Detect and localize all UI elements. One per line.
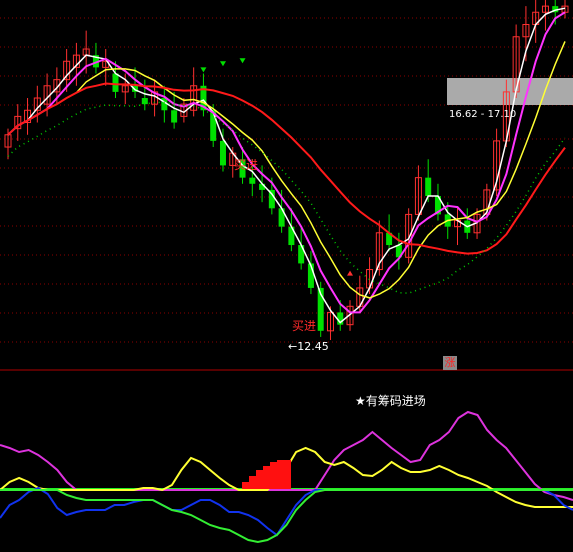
buy-signal-1: 买进 — [234, 158, 259, 172]
candle-body — [171, 110, 178, 123]
chip-bar — [270, 462, 277, 489]
dotted-support-line — [7, 101, 566, 294]
candle-body — [141, 98, 148, 105]
chip-bar — [256, 470, 263, 489]
candle-body — [112, 73, 119, 92]
osc-green-line — [0, 489, 573, 544]
low-price-label: ←12.45 — [288, 340, 329, 353]
buy-signal-triangle — [347, 270, 354, 276]
chip-bar — [249, 476, 256, 489]
candle-body — [249, 177, 256, 184]
sell-signal-triangle — [239, 58, 246, 64]
chip-entry-note: ★有筹码进场 — [355, 394, 426, 408]
chip-bar — [263, 466, 270, 489]
range-highlight — [447, 78, 573, 105]
osc-blue-line — [0, 486, 573, 537]
chip-bar — [284, 460, 291, 489]
chip-bar — [242, 482, 249, 489]
sell-signal-triangle — [200, 67, 207, 73]
zhang-badge: 涨 — [443, 356, 457, 370]
candle-body — [219, 140, 226, 166]
buy-signal-2: 买进 — [292, 319, 317, 333]
range-label: 16.62 - 17.10 — [449, 109, 517, 120]
stock-chart — [0, 0, 573, 544]
chip-bar — [277, 460, 284, 489]
sell-signal-triangle — [219, 61, 226, 67]
ma-magenta-line — [7, 11, 566, 314]
ma-white-line — [7, 7, 566, 324]
candle-body — [425, 177, 432, 197]
